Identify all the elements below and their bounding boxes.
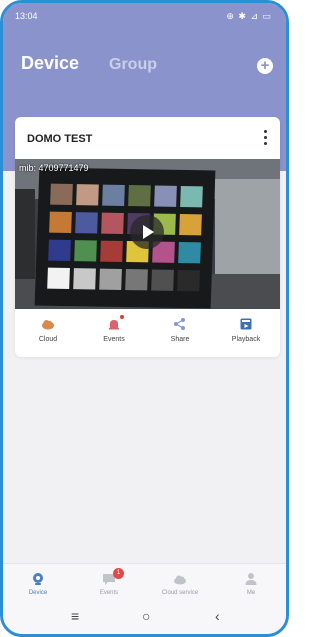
color-swatch: [125, 269, 148, 291]
tab-group[interactable]: Group: [109, 56, 157, 74]
action-label: Events: [103, 336, 125, 343]
action-cloud[interactable]: Cloud: [15, 313, 81, 353]
color-swatch: [76, 184, 99, 206]
nav-label: Device: [28, 590, 48, 596]
add-device-button[interactable]: +: [257, 58, 273, 74]
color-swatch: [128, 185, 151, 207]
menu-icon[interactable]: ≡: [71, 608, 79, 624]
android-nav-bar: ≡ ○ ‹: [3, 603, 286, 634]
notification-dot: [120, 315, 124, 319]
color-swatch: [178, 241, 201, 264]
color-swatch: [177, 269, 200, 292]
color-swatch: [154, 185, 177, 207]
scene-shadow: [15, 189, 35, 279]
phone-frame: 13:04 ⊕ ✱ ⊿ ▭ Device Group + DOMO TEST m…: [0, 0, 289, 637]
color-swatch: [151, 269, 174, 291]
nav-cloud-service[interactable]: Cloud service: [145, 564, 215, 604]
color-swatch: [99, 268, 122, 290]
message-icon: 1: [102, 568, 124, 586]
color-swatch: [180, 185, 203, 208]
color-swatch: [73, 268, 96, 290]
share-icon: [173, 317, 187, 331]
status-bar: 13:04 ⊕ ✱ ⊿ ▭: [3, 3, 286, 29]
color-swatch: [100, 240, 123, 262]
color-swatch: [179, 213, 202, 236]
playback-icon: [239, 317, 253, 331]
nav-label: Me: [246, 590, 256, 596]
video-preview[interactable]: mib: 4709771479: [15, 159, 280, 309]
camera-icon: [31, 572, 45, 586]
color-swatch: [75, 212, 98, 234]
color-swatch: [50, 183, 73, 206]
events-badge: 1: [113, 568, 124, 579]
home-icon[interactable]: ○: [142, 608, 150, 624]
color-swatch: [101, 212, 124, 234]
color-swatch: [74, 240, 97, 262]
nav-events[interactable]: 1 Events: [74, 564, 144, 604]
more-options-button[interactable]: [258, 127, 272, 151]
action-playback[interactable]: Playback: [213, 313, 279, 353]
cloud-icon: [41, 317, 55, 331]
cloud-icon: [173, 572, 187, 586]
nav-device[interactable]: Device: [3, 564, 73, 604]
color-swatch: [47, 267, 70, 290]
back-icon[interactable]: ‹: [215, 608, 220, 624]
status-time: 13:04: [15, 11, 38, 21]
card-actions: Cloud Events Share Playback: [15, 313, 280, 353]
plus-circle-icon: +: [260, 57, 270, 74]
person-icon: [244, 572, 258, 586]
action-label: Playback: [231, 336, 261, 343]
device-card[interactable]: DOMO TEST mib: 4709771479 Cloud Events S…: [15, 117, 280, 357]
action-events[interactable]: Events: [81, 313, 147, 353]
color-chart: [34, 167, 216, 309]
bell-icon: [107, 315, 124, 331]
play-button[interactable]: [130, 215, 164, 249]
camera-watermark: mib: 4709771479: [19, 163, 89, 173]
nav-me[interactable]: Me: [216, 564, 286, 604]
color-swatch: [49, 211, 72, 234]
bottom-nav: Device 1 Events Cloud service Me: [3, 563, 286, 604]
nav-label: Cloud service: [161, 590, 199, 596]
action-share[interactable]: Share: [147, 313, 213, 353]
nav-label: Events: [99, 590, 119, 596]
device-name: DOMO TEST: [27, 133, 93, 145]
action-label: Share: [170, 336, 190, 343]
action-label: Cloud: [38, 336, 58, 343]
color-swatch: [48, 239, 71, 262]
more-vertical-icon: [263, 130, 267, 133]
color-swatch: [102, 184, 125, 206]
scene-wall: [215, 179, 280, 289]
tab-device[interactable]: Device: [21, 53, 79, 74]
status-icons: ⊕ ✱ ⊿ ▭: [226, 11, 272, 21]
